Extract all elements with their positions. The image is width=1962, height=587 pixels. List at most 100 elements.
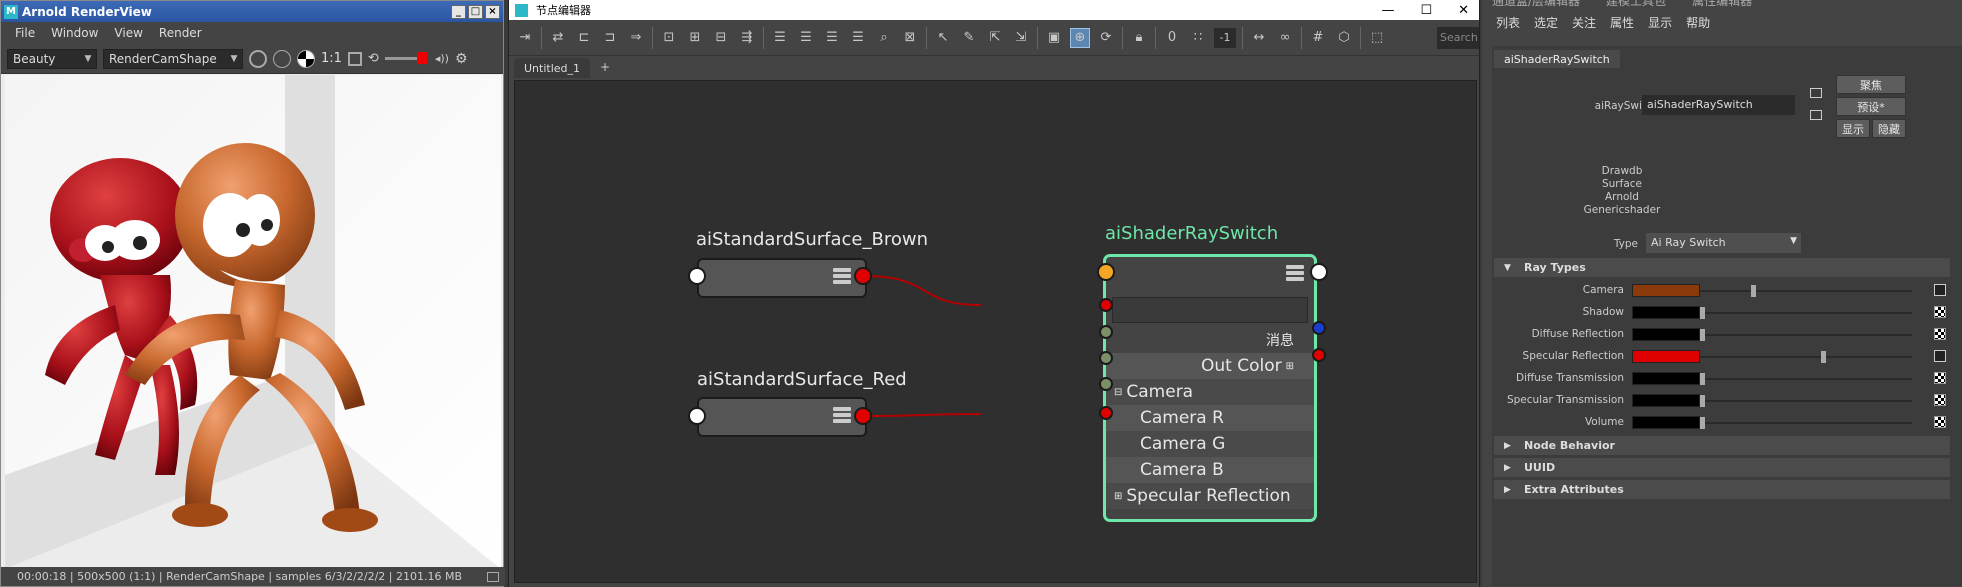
menu-attributes[interactable]: 属性 xyxy=(1610,14,1634,31)
focus-output-icon[interactable] xyxy=(1810,110,1822,120)
sync-icon[interactable]: ⟳ xyxy=(1096,28,1116,48)
refresh-icon[interactable]: ⟲ xyxy=(368,51,379,66)
value-slider-handle[interactable] xyxy=(1700,329,1705,341)
minimize-button[interactable]: _ xyxy=(451,4,466,19)
maximize-button[interactable]: ☐ xyxy=(1420,3,1432,18)
mapped-texture-icon[interactable] xyxy=(1934,350,1946,362)
minimize-button[interactable]: — xyxy=(1381,3,1394,18)
depth-zero-label[interactable]: 0 xyxy=(1162,28,1182,48)
focus-button[interactable]: 聚焦 xyxy=(1836,75,1906,94)
message-port[interactable] xyxy=(1312,321,1326,335)
presets-button[interactable]: 预设* xyxy=(1836,97,1906,116)
value-slider-handle[interactable] xyxy=(1750,285,1756,297)
crop-region-icon[interactable] xyxy=(347,51,362,66)
value-slider-track[interactable] xyxy=(1700,422,1912,424)
focus-input-icon[interactable] xyxy=(1810,88,1822,98)
camera-b-port[interactable] xyxy=(1099,377,1113,391)
node-ai-standard-surface-red[interactable] xyxy=(697,397,867,437)
map-button-checker-icon[interactable] xyxy=(1934,372,1946,384)
expand-plus-icon[interactable]: ⊞ xyxy=(1114,491,1122,502)
input-connections-icon[interactable]: ⊏ xyxy=(574,28,594,48)
swatch-toggle-icon[interactable]: ▣ xyxy=(1044,28,1064,48)
camera-g-port[interactable] xyxy=(1099,351,1113,365)
menu-window[interactable]: Window xyxy=(51,26,98,40)
camera-r-port[interactable] xyxy=(1099,325,1113,339)
aov-dropdown[interactable]: Beauty ▼ xyxy=(7,48,97,69)
node-ai-standard-surface-brown[interactable] xyxy=(697,258,867,298)
out-color-port[interactable] xyxy=(1312,348,1326,362)
menu-render[interactable]: Render xyxy=(159,26,202,40)
focus-icon[interactable]: ⊠ xyxy=(900,28,920,48)
close-button[interactable]: × xyxy=(485,4,500,19)
output-connections-icon[interactable]: ⇒ xyxy=(626,28,646,48)
value-slider-handle[interactable] xyxy=(1700,307,1705,319)
search-input[interactable]: Search... xyxy=(1437,26,1479,49)
frame-select-icon[interactable]: ⬚ xyxy=(1367,28,1387,48)
search-icon[interactable]: ⌕ xyxy=(874,28,894,48)
menu-list[interactable]: 列表 xyxy=(1496,14,1520,31)
value-slider-track[interactable] xyxy=(1700,378,1912,380)
tab-ai-shader-ray-switch[interactable]: aiShaderRaySwitch xyxy=(1494,50,1620,68)
tab-attribute-editor[interactable]: 属性编辑器 xyxy=(1692,0,1752,10)
show-button[interactable]: 显示 xyxy=(1836,119,1870,138)
custom-mode-icon[interactable]: ☰ xyxy=(848,28,868,48)
camera-input-port[interactable] xyxy=(1099,298,1113,312)
hide-button[interactable]: 隐藏 xyxy=(1872,119,1906,138)
add-tab-button[interactable]: + xyxy=(600,60,610,78)
node-menu-icon[interactable] xyxy=(833,268,851,284)
node-name-field[interactable]: aiShaderRaySwitch xyxy=(1642,95,1795,115)
type-dropdown[interactable]: Ai Ray Switch ▼ xyxy=(1646,233,1801,253)
output-port-red[interactable] xyxy=(854,407,872,425)
close-button[interactable]: ✕ xyxy=(1458,3,1469,18)
snapshot-icon[interactable] xyxy=(487,571,499,582)
menu-show[interactable]: 显示 xyxy=(1648,14,1672,31)
input-port-red[interactable] xyxy=(688,407,706,425)
pick-walk-icon[interactable]: ↖ xyxy=(933,28,953,48)
grid-snap-icon[interactable]: ⊕ xyxy=(1070,27,1090,48)
map-button-checker-icon[interactable] xyxy=(1934,394,1946,406)
specular-reflection-port[interactable] xyxy=(1099,406,1113,420)
value-slider-handle[interactable] xyxy=(1700,373,1705,385)
frame-all-icon[interactable]: ⊡ xyxy=(659,28,679,48)
color-swatch[interactable] xyxy=(1632,350,1700,363)
input-port-brown[interactable] xyxy=(688,267,706,285)
node-graph-canvas[interactable]: aiStandardSurface_Brown aiStandardSurfac… xyxy=(514,80,1477,583)
color-swatch[interactable] xyxy=(1632,284,1700,297)
lock-icon[interactable]: 🔒︎ xyxy=(1129,28,1149,48)
value-slider-track[interactable] xyxy=(1700,400,1912,402)
menu-help[interactable]: 帮助 xyxy=(1686,14,1710,31)
pin-icon[interactable]: ✎ xyxy=(959,28,979,48)
full-mode-icon[interactable]: ☰ xyxy=(822,28,842,48)
map-button-checker-icon[interactable] xyxy=(1934,328,1946,340)
menu-focus[interactable]: 关注 xyxy=(1572,14,1596,31)
tab-modeling-toolkit[interactable]: 建模工具包 xyxy=(1606,0,1666,10)
color-swatch[interactable] xyxy=(1632,328,1700,341)
collapse-minus-icon[interactable]: ⊟ xyxy=(1114,387,1122,398)
menu-selected[interactable]: 选定 xyxy=(1534,14,1558,31)
simple-mode-icon[interactable]: ☰ xyxy=(770,28,790,48)
spread-icon[interactable]: ↔ xyxy=(1249,28,1269,48)
shape-icon[interactable]: ⬡ xyxy=(1334,28,1354,48)
value-slider-track[interactable] xyxy=(1700,290,1912,292)
value-slider-track[interactable] xyxy=(1700,356,1912,358)
output-port-brown[interactable] xyxy=(854,267,872,285)
arrange-icon[interactable]: ⇶ xyxy=(737,28,757,48)
value-slider-handle[interactable] xyxy=(1700,417,1705,429)
gear-icon[interactable]: ⚙ xyxy=(455,51,468,67)
layout-icon[interactable]: ⊞ xyxy=(685,28,705,48)
graph-input-output-icon[interactable]: ⇥ xyxy=(515,28,535,48)
color-swatch[interactable] xyxy=(1632,306,1700,319)
node-ai-shader-ray-switch[interactable]: 消息 Out Color ⊞ ⊟ Camera Camera R Camera G … xyxy=(1103,254,1317,522)
output-port-ray-switch[interactable] xyxy=(1310,263,1328,281)
in-out-connections-icon[interactable]: ⊐ xyxy=(600,28,620,48)
map-button-checker-icon[interactable] xyxy=(1934,306,1946,318)
depth-value[interactable]: -1 xyxy=(1214,27,1236,48)
loop-icon[interactable]: ∞ xyxy=(1275,28,1295,48)
ratio-label[interactable]: 1:1 xyxy=(321,51,342,66)
tab-channel-box[interactable]: 通道盒/层编辑器 xyxy=(1492,0,1580,10)
expand-plus-icon[interactable]: ⊞ xyxy=(1286,361,1294,372)
section-ray-types[interactable]: ▼ Ray Types xyxy=(1494,258,1950,277)
connected-mode-icon[interactable]: ☰ xyxy=(796,28,816,48)
color-swatch[interactable] xyxy=(1632,394,1700,407)
swap-icon[interactable]: ⇄ xyxy=(548,28,568,48)
